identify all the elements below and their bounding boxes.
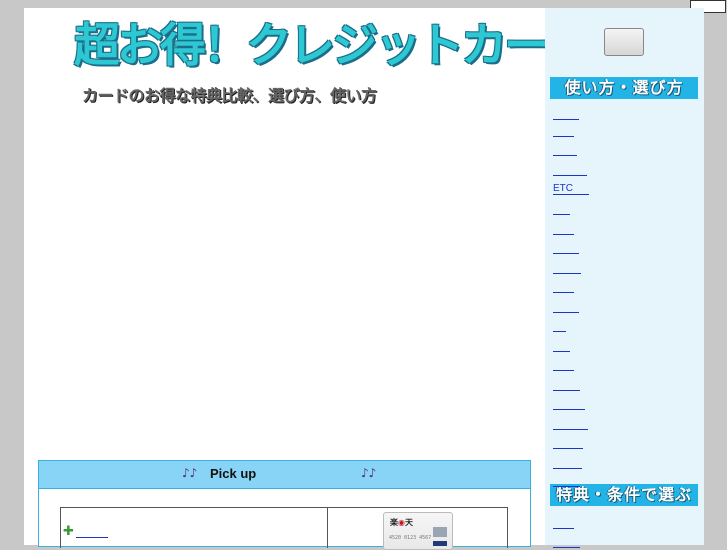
pickup-table: ✚ 楽◉天 4520 0123 4567 bbox=[60, 507, 508, 550]
card-brand-logo: 楽◉天 bbox=[390, 518, 413, 527]
sidebar-link[interactable] bbox=[553, 204, 570, 215]
pickup-box: ♪♪ Pick up ♪♪ ✚ 楽◉天 4520 0123 4567 bbox=[38, 460, 531, 550]
section-header-usage: 使い方・選び方 bbox=[550, 77, 698, 99]
card-number: 4520 0123 4567 bbox=[389, 535, 432, 541]
sidebar-link[interactable] bbox=[553, 360, 574, 371]
card-logo-stripe bbox=[433, 541, 447, 546]
page-container: 超お得！クレジットカード比較 カードのお得な特典比較、選び方、使い方 ♪♪ Pi… bbox=[24, 8, 704, 550]
sidebar-link[interactable] bbox=[553, 165, 587, 176]
sidebar-link[interactable] bbox=[553, 302, 579, 313]
pickup-header: ♪♪ Pick up ♪♪ bbox=[39, 461, 530, 489]
site-logo-subtitle: カードのお得な特典比較、選び方、使い方 bbox=[82, 86, 377, 105]
sidebar-link[interactable] bbox=[553, 145, 577, 156]
sidebar-link[interactable] bbox=[553, 380, 580, 391]
sidebar-link[interactable]: ETC bbox=[553, 184, 589, 195]
music-notes-icon: ♪♪ bbox=[361, 466, 377, 480]
plus-icon: ✚ bbox=[63, 524, 74, 539]
sidebar-link[interactable] bbox=[553, 224, 574, 235]
sidebar-link[interactable] bbox=[553, 438, 583, 449]
card-chip-icon bbox=[433, 527, 447, 537]
sidebar: 使い方・選び方 特典・条件で選ぶ ETC bbox=[545, 8, 704, 548]
sidebar-link[interactable] bbox=[553, 341, 570, 352]
sidebar-link[interactable] bbox=[553, 321, 566, 332]
sidebar-link[interactable] bbox=[553, 537, 580, 548]
sidebar-link[interactable] bbox=[553, 263, 581, 274]
sidebar-link[interactable] bbox=[553, 419, 588, 430]
table-divider bbox=[327, 508, 328, 548]
music-notes-icon: ♪♪ bbox=[182, 466, 198, 480]
main-content: 超お得！クレジットカード比較 カードのお得な特典比較、選び方、使い方 ♪♪ Pi… bbox=[24, 8, 679, 550]
sidebar-link[interactable] bbox=[553, 399, 585, 410]
sidebar-link[interactable] bbox=[553, 126, 574, 137]
sidebar-link[interactable] bbox=[553, 518, 574, 529]
pickup-link[interactable] bbox=[75, 525, 108, 538]
sidebar-link[interactable] bbox=[553, 476, 580, 487]
sidebar-link[interactable] bbox=[553, 458, 582, 469]
sidebar-link[interactable] bbox=[553, 243, 579, 254]
sidebar-link[interactable] bbox=[553, 109, 579, 120]
sidebar-link[interactable] bbox=[553, 282, 574, 293]
pickup-title: Pick up bbox=[210, 466, 257, 481]
sidebar-button[interactable] bbox=[604, 28, 644, 56]
pickup-item: ✚ bbox=[63, 524, 108, 539]
credit-card-image[interactable]: 楽◉天 4520 0123 4567 bbox=[383, 512, 453, 550]
section-header-benefits: 特典・条件で選ぶ bbox=[550, 484, 698, 506]
